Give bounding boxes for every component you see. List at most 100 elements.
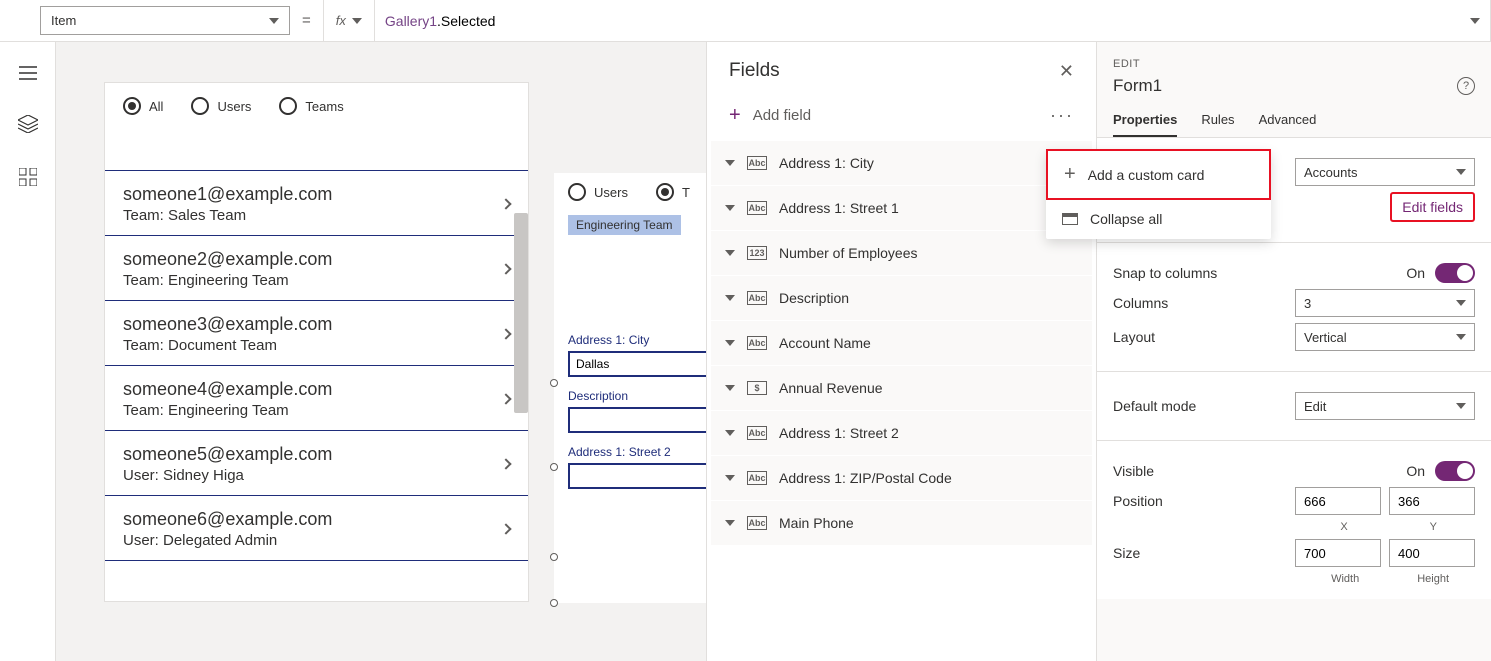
columns-select[interactable]: 3 <box>1295 289 1475 317</box>
list-email: someone5@example.com <box>123 444 332 465</box>
field-item[interactable]: AbcAddress 1: City <box>711 141 1092 186</box>
resize-handle[interactable] <box>550 599 558 607</box>
data-source-select[interactable]: Accounts <box>1295 158 1475 186</box>
chevron-down-icon <box>725 295 735 301</box>
radio-users[interactable]: Users <box>191 97 251 115</box>
radio-teams[interactable]: Teams <box>279 97 343 115</box>
chevron-down-icon <box>725 475 735 481</box>
tab-advanced[interactable]: Advanced <box>1259 106 1317 137</box>
visible-toggle[interactable] <box>1435 461 1475 481</box>
radio-users[interactable]: Users <box>568 183 628 201</box>
tabs: Properties Rules Advanced <box>1097 106 1491 138</box>
field-item[interactable]: AbcDescription <box>711 276 1092 321</box>
menu-label: Collapse all <box>1090 211 1162 227</box>
menu-label: Add a custom card <box>1088 167 1205 183</box>
chevron-down-icon <box>1456 334 1466 340</box>
street2-input[interactable] <box>568 463 706 489</box>
list-sub: Team: Sales Team <box>123 207 332 224</box>
form-fields: Address 1: City Description Address 1: S… <box>554 307 706 503</box>
sublabel: Y <box>1430 521 1437 533</box>
description-input[interactable] <box>568 407 706 433</box>
size-width-input[interactable] <box>1295 539 1381 567</box>
field-item[interactable]: AbcAddress 1: Street 1 <box>711 186 1092 231</box>
field-item[interactable]: 123Number of Employees <box>711 231 1092 276</box>
formula-input[interactable]: Gallery1.Selected <box>375 0 1491 41</box>
resize-handle[interactable] <box>550 463 558 471</box>
layout-select[interactable]: Vertical <box>1295 323 1475 351</box>
list-sub: Team: Engineering Team <box>123 272 332 289</box>
tab-properties[interactable]: Properties <box>1113 106 1177 137</box>
select-value: 3 <box>1304 296 1311 311</box>
gallery-list: someone1@example.comTeam: Sales Team som… <box>105 170 528 561</box>
radio-all[interactable]: All <box>123 97 163 115</box>
left-nav-rail <box>0 42 56 661</box>
type-icon: Abc <box>747 471 767 485</box>
field-label: Account Name <box>779 335 871 351</box>
field-item[interactable]: AbcAddress 1: Street 2 <box>711 411 1092 456</box>
field-item[interactable]: $ Annual Revenue <box>711 366 1092 411</box>
list-email: someone2@example.com <box>123 249 332 270</box>
default-mode-select[interactable]: Edit <box>1295 392 1475 420</box>
add-field-label: Add field <box>753 107 811 124</box>
form-name: Form1 <box>1113 76 1162 96</box>
type-icon: Abc <box>747 291 767 305</box>
add-custom-card-item[interactable]: + Add a custom card <box>1046 149 1271 200</box>
chevron-down-icon <box>1456 169 1466 175</box>
field-item[interactable]: AbcAddress 1: ZIP/Postal Code <box>711 456 1092 501</box>
more-icon[interactable]: ··· <box>1050 105 1074 126</box>
radio-label: All <box>149 99 163 114</box>
filter-radio-row: All Users Teams <box>105 83 528 133</box>
selected-tag[interactable]: Engineering Team <box>568 215 681 235</box>
close-icon[interactable]: ✕ <box>1059 61 1074 82</box>
formula-global: Gallery1 <box>385 13 437 29</box>
resize-handle[interactable] <box>550 553 558 561</box>
chevron-down-icon <box>269 18 279 24</box>
collapse-all-item[interactable]: Collapse all <box>1046 199 1271 239</box>
form-preview[interactable]: Users T Engineering Team Address 1: City… <box>554 173 706 603</box>
list-item[interactable]: someone3@example.comTeam: Document Team <box>105 300 528 366</box>
chevron-down-icon <box>725 160 735 166</box>
toggle-state: On <box>1406 265 1425 281</box>
list-item[interactable]: someone2@example.com Team: Engineering Te… <box>105 235 528 301</box>
list-item[interactable]: someone6@example.comUser: Delegated Admi… <box>105 495 528 561</box>
snap-toggle[interactable] <box>1435 263 1475 283</box>
formula-prop: .Selected <box>437 13 495 29</box>
help-icon[interactable]: ? <box>1457 77 1475 95</box>
prop-label: Size <box>1113 545 1140 561</box>
tab-rules[interactable]: Rules <box>1201 106 1234 137</box>
apps-icon[interactable] <box>19 168 37 189</box>
city-input[interactable] <box>568 351 706 377</box>
property-selector[interactable]: Item <box>40 6 290 35</box>
list-sub: User: Delegated Admin <box>123 532 332 549</box>
size-height-input[interactable] <box>1389 539 1475 567</box>
position-x-input[interactable] <box>1295 487 1381 515</box>
field-label: Annual Revenue <box>779 380 883 396</box>
edit-fields-link[interactable]: Edit fields <box>1390 192 1475 222</box>
field-item[interactable]: AbcAccount Name <box>711 321 1092 366</box>
list-item[interactable]: someone4@example.comTeam: Engineering Te… <box>105 365 528 431</box>
resize-handle[interactable] <box>550 379 558 387</box>
scrollbar[interactable] <box>514 213 528 413</box>
list-item[interactable]: someone5@example.comUser: Sidney Higa <box>105 430 528 496</box>
radio-teams[interactable]: T <box>656 183 690 201</box>
sublabel: X <box>1340 521 1347 533</box>
position-y-input[interactable] <box>1389 487 1475 515</box>
list-item[interactable]: someone1@example.comTeam: Sales Team <box>105 170 528 236</box>
add-field-button[interactable]: + Add field <box>729 104 811 127</box>
canvas[interactable]: All Users Teams someone1@example.comTeam… <box>56 42 706 661</box>
select-value: Edit <box>1304 399 1326 414</box>
field-item[interactable]: AbcMain Phone <box>711 501 1092 546</box>
chevron-right-icon <box>500 523 511 534</box>
chevron-down-icon <box>725 430 735 436</box>
gallery1[interactable]: All Users Teams someone1@example.comTeam… <box>104 82 529 602</box>
field-label: Address 1: Street 2 <box>779 425 899 441</box>
fx-button[interactable]: fx <box>323 0 375 41</box>
type-icon: $ <box>747 381 767 395</box>
chevron-right-icon <box>500 393 511 404</box>
fx-label: fx <box>336 13 346 28</box>
prop-label: Snap to columns <box>1113 265 1217 281</box>
chevron-down-icon <box>725 205 735 211</box>
menu-icon[interactable] <box>19 66 37 83</box>
field-label: Address 1: City <box>568 333 706 347</box>
layers-icon[interactable] <box>18 115 38 136</box>
